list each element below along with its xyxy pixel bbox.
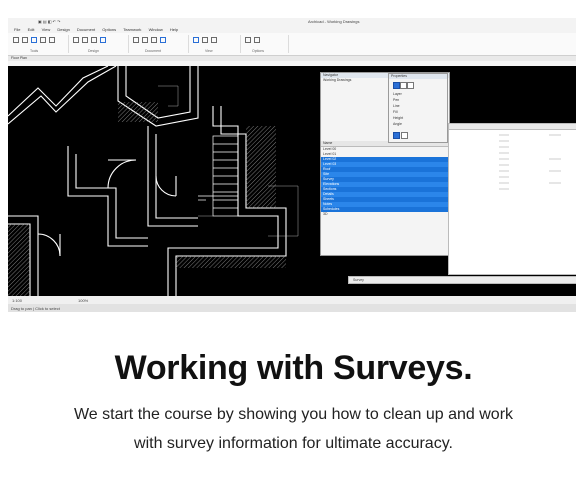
select-icon[interactable] xyxy=(13,37,19,43)
quick-access-toolbar[interactable]: ▣ ▤ ◧ ↶ ↷ xyxy=(38,19,61,24)
ribbon-group-label: Design xyxy=(88,49,99,53)
menu-help[interactable]: Help xyxy=(170,27,178,32)
ribbon-group-label: View xyxy=(205,49,213,53)
menu-bar: File Edit View Design Document Options T… xyxy=(8,26,576,33)
ribbon-group-tools: Tools xyxy=(10,35,69,53)
properties-panel[interactable]: Properties Layer Pen Line Fill Height An… xyxy=(388,73,448,143)
properties-title: Properties xyxy=(389,74,447,79)
window-title: Archicad - Working Drawings xyxy=(308,19,360,24)
ok-button[interactable] xyxy=(393,132,400,139)
hint-bar: Drag to pan | Click to select xyxy=(8,304,576,312)
attribute-rows xyxy=(499,134,561,190)
attributes-list-panel[interactable] xyxy=(448,123,576,275)
property-label: Line xyxy=(393,104,400,108)
hint-text: Drag to pan | Click to select xyxy=(11,306,60,311)
menu-edit[interactable]: Edit xyxy=(28,27,35,32)
property-label: Angle xyxy=(393,122,402,126)
menu-view[interactable]: View xyxy=(42,27,51,32)
tool-toggle-icon[interactable] xyxy=(393,82,400,89)
ribbon: Tools Design Document View Options xyxy=(8,33,576,56)
polyline-icon[interactable] xyxy=(91,37,97,43)
property-label: Pen xyxy=(393,98,400,102)
menu-options[interactable]: Options xyxy=(102,27,116,32)
list-header xyxy=(449,124,576,130)
tool-toggle-icon[interactable] xyxy=(400,82,407,89)
tool-toggle-icon[interactable] xyxy=(407,82,414,89)
menu-file[interactable]: File xyxy=(14,27,20,32)
scale-readout[interactable]: 1:100 xyxy=(12,298,22,303)
ribbon-group-label: Tools xyxy=(30,49,39,53)
cancel-button[interactable] xyxy=(401,132,408,139)
menu-document[interactable]: Document xyxy=(77,27,95,32)
3d-view-icon[interactable] xyxy=(193,37,199,43)
tab-floor-plan[interactable]: Floor Plan xyxy=(11,56,27,60)
menu-design[interactable]: Design xyxy=(57,27,69,32)
section-heading: Working with Surveys. xyxy=(114,349,473,387)
layers-icon[interactable] xyxy=(254,37,260,43)
slab-icon[interactable] xyxy=(49,37,55,43)
text-icon[interactable] xyxy=(142,37,148,43)
list-item[interactable]: 3D xyxy=(321,212,449,217)
dimension-icon[interactable] xyxy=(133,37,139,43)
strip-left-text: Survey xyxy=(353,278,364,282)
menu-window[interactable]: Window xyxy=(149,27,163,32)
ribbon-group-view: View xyxy=(190,35,241,53)
ribbon-group-options: Options xyxy=(242,35,289,53)
settings-icon[interactable] xyxy=(245,37,251,43)
ribbon-group-label: Options xyxy=(252,49,265,53)
wall-icon[interactable] xyxy=(22,37,28,43)
title-bar: ▣ ▤ ◧ ↶ ↷ Archicad - Working Drawings xyxy=(8,18,576,26)
label-icon[interactable] xyxy=(151,37,157,43)
ribbon-group-design: Design xyxy=(70,35,129,53)
line-icon[interactable] xyxy=(73,37,79,43)
status-bar: 1:100 100% xyxy=(8,296,576,304)
pan-icon[interactable] xyxy=(211,37,217,43)
ribbon-group-document: Document xyxy=(130,35,189,53)
menu-teamwork[interactable]: Teamwork xyxy=(123,27,141,32)
fill-icon[interactable] xyxy=(100,37,106,43)
arc-icon[interactable] xyxy=(82,37,88,43)
app-screenshot: ▣ ▤ ◧ ↶ ↷ Archicad - Working Drawings Fi… xyxy=(8,18,576,312)
door-icon[interactable] xyxy=(31,37,37,43)
section-description: We start the course by showing you how t… xyxy=(73,406,514,452)
zoom-readout[interactable]: 100% xyxy=(78,298,88,303)
section-icon[interactable] xyxy=(160,37,166,43)
zoom-icon[interactable] xyxy=(202,37,208,43)
property-label: Fill xyxy=(393,110,398,114)
property-label: Height xyxy=(393,116,404,120)
ribbon-group-label: Document xyxy=(145,49,161,53)
property-label: Layer xyxy=(393,92,402,96)
layer-strip: Survey xyxy=(348,276,576,284)
window-icon[interactable] xyxy=(40,37,46,43)
